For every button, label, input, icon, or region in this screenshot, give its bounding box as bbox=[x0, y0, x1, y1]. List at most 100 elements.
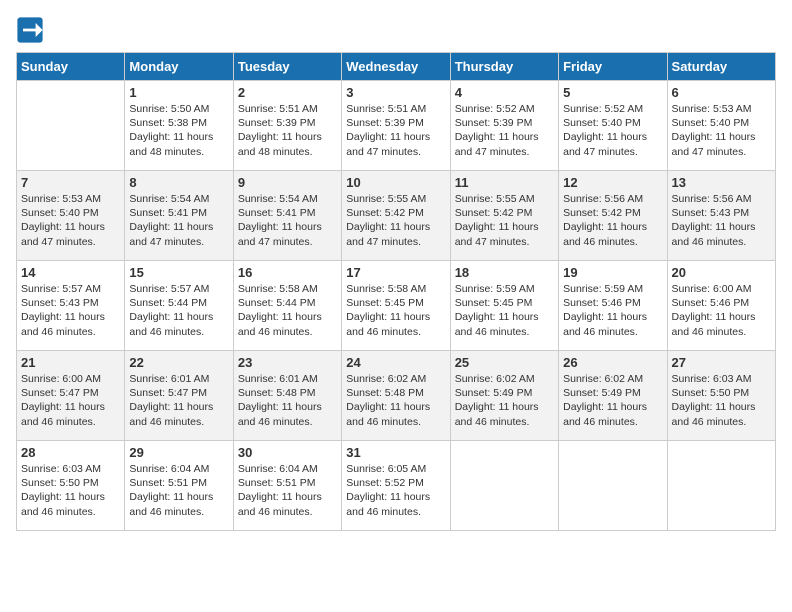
week-row-5: 28Sunrise: 6:03 AM Sunset: 5:50 PM Dayli… bbox=[17, 441, 776, 531]
day-info: Sunrise: 6:04 AM Sunset: 5:51 PM Dayligh… bbox=[129, 462, 228, 519]
day-number: 21 bbox=[21, 355, 120, 370]
day-info: Sunrise: 5:51 AM Sunset: 5:39 PM Dayligh… bbox=[346, 102, 445, 159]
calendar-cell bbox=[17, 81, 125, 171]
day-number: 12 bbox=[563, 175, 662, 190]
calendar-cell: 17 Sunrise: 5:58 AM Sunset: 5:45 PM Dayli… bbox=[342, 261, 450, 351]
day-number: 13 bbox=[672, 175, 771, 190]
calendar-cell: 29 Sunrise: 6:04 AM Sunset: 5:51 PM Dayli… bbox=[125, 441, 233, 531]
calendar-cell: 18Sunrise: 5:59 AM Sunset: 5:45 PM Dayli… bbox=[450, 261, 558, 351]
day-number: 10 bbox=[346, 175, 445, 190]
day-info: Sunrise: 5:55 AM Sunset: 5:42 PM Dayligh… bbox=[346, 192, 445, 249]
calendar-cell: 28Sunrise: 6:03 AM Sunset: 5:50 PM Dayli… bbox=[17, 441, 125, 531]
calendar-cell: 21 Sunrise: 6:00 AM Sunset: 5:47 PM Dayli… bbox=[17, 351, 125, 441]
day-number: 24 bbox=[346, 355, 445, 370]
header-monday: Monday bbox=[125, 53, 233, 81]
day-info: Sunrise: 6:03 AM Sunset: 5:50 PM Dayligh… bbox=[672, 372, 771, 429]
calendar-cell: 31Sunrise: 6:05 AM Sunset: 5:52 PM Dayli… bbox=[342, 441, 450, 531]
calendar-cell: 23Sunrise: 6:01 AM Sunset: 5:48 PM Dayli… bbox=[233, 351, 341, 441]
day-info: Sunrise: 5:58 AM Sunset: 5:45 PM Dayligh… bbox=[346, 282, 445, 339]
page-header bbox=[16, 16, 776, 44]
calendar-cell bbox=[450, 441, 558, 531]
day-number: 9 bbox=[238, 175, 337, 190]
calendar-cell bbox=[667, 441, 775, 531]
calendar-cell: 27 Sunrise: 6:03 AM Sunset: 5:50 PM Dayli… bbox=[667, 351, 775, 441]
day-number: 22 bbox=[129, 355, 228, 370]
day-number: 30 bbox=[238, 445, 337, 460]
calendar-cell: 7Sunrise: 5:53 AM Sunset: 5:40 PM Daylig… bbox=[17, 171, 125, 261]
day-info: Sunrise: 6:01 AM Sunset: 5:48 PM Dayligh… bbox=[238, 372, 337, 429]
calendar-cell: 2 Sunrise: 5:51 AM Sunset: 5:39 PM Daylig… bbox=[233, 81, 341, 171]
day-info: Sunrise: 5:55 AM Sunset: 5:42 PM Dayligh… bbox=[455, 192, 554, 249]
day-number: 16 bbox=[238, 265, 337, 280]
day-number: 29 bbox=[129, 445, 228, 460]
day-number: 4 bbox=[455, 85, 554, 100]
day-info: Sunrise: 5:54 AM Sunset: 5:41 PM Dayligh… bbox=[129, 192, 228, 249]
header-row: SundayMondayTuesdayWednesdayThursdayFrid… bbox=[17, 53, 776, 81]
day-number: 6 bbox=[672, 85, 771, 100]
day-info: Sunrise: 5:56 AM Sunset: 5:43 PM Dayligh… bbox=[672, 192, 771, 249]
calendar-cell: 14 Sunrise: 5:57 AM Sunset: 5:43 PM Dayli… bbox=[17, 261, 125, 351]
day-number: 18 bbox=[455, 265, 554, 280]
day-number: 27 bbox=[672, 355, 771, 370]
day-number: 8 bbox=[129, 175, 228, 190]
day-info: Sunrise: 6:00 AM Sunset: 5:47 PM Dayligh… bbox=[21, 372, 120, 429]
day-info: Sunrise: 5:56 AM Sunset: 5:42 PM Dayligh… bbox=[563, 192, 662, 249]
day-info: Sunrise: 6:04 AM Sunset: 5:51 PM Dayligh… bbox=[238, 462, 337, 519]
day-info: Sunrise: 6:02 AM Sunset: 5:49 PM Dayligh… bbox=[455, 372, 554, 429]
week-row-1: 1 Sunrise: 5:50 AM Sunset: 5:38 PM Daylig… bbox=[17, 81, 776, 171]
calendar-cell: 24 Sunrise: 6:02 AM Sunset: 5:48 PM Dayli… bbox=[342, 351, 450, 441]
calendar-cell: 20 Sunrise: 6:00 AM Sunset: 5:46 PM Dayli… bbox=[667, 261, 775, 351]
day-info: Sunrise: 6:02 AM Sunset: 5:48 PM Dayligh… bbox=[346, 372, 445, 429]
day-info: Sunrise: 6:00 AM Sunset: 5:46 PM Dayligh… bbox=[672, 282, 771, 339]
day-info: Sunrise: 5:54 AM Sunset: 5:41 PM Dayligh… bbox=[238, 192, 337, 249]
day-number: 14 bbox=[21, 265, 120, 280]
day-number: 17 bbox=[346, 265, 445, 280]
day-number: 2 bbox=[238, 85, 337, 100]
header-wednesday: Wednesday bbox=[342, 53, 450, 81]
day-number: 15 bbox=[129, 265, 228, 280]
calendar-cell: 9 Sunrise: 5:54 AM Sunset: 5:41 PM Daylig… bbox=[233, 171, 341, 261]
day-info: Sunrise: 5:58 AM Sunset: 5:44 PM Dayligh… bbox=[238, 282, 337, 339]
day-number: 28 bbox=[21, 445, 120, 460]
day-number: 11 bbox=[455, 175, 554, 190]
day-info: Sunrise: 5:50 AM Sunset: 5:38 PM Dayligh… bbox=[129, 102, 228, 159]
day-info: Sunrise: 5:53 AM Sunset: 5:40 PM Dayligh… bbox=[672, 102, 771, 159]
day-info: Sunrise: 5:57 AM Sunset: 5:43 PM Dayligh… bbox=[21, 282, 120, 339]
calendar-cell: 10 Sunrise: 5:55 AM Sunset: 5:42 PM Dayli… bbox=[342, 171, 450, 261]
calendar-cell: 16 Sunrise: 5:58 AM Sunset: 5:44 PM Dayli… bbox=[233, 261, 341, 351]
calendar-cell: 12 Sunrise: 5:56 AM Sunset: 5:42 PM Dayli… bbox=[559, 171, 667, 261]
week-row-2: 7Sunrise: 5:53 AM Sunset: 5:40 PM Daylig… bbox=[17, 171, 776, 261]
calendar-cell: 19 Sunrise: 5:59 AM Sunset: 5:46 PM Dayli… bbox=[559, 261, 667, 351]
calendar-cell: 26 Sunrise: 6:02 AM Sunset: 5:49 PM Dayli… bbox=[559, 351, 667, 441]
day-number: 20 bbox=[672, 265, 771, 280]
header-tuesday: Tuesday bbox=[233, 53, 341, 81]
day-info: Sunrise: 5:52 AM Sunset: 5:40 PM Dayligh… bbox=[563, 102, 662, 159]
day-number: 7 bbox=[21, 175, 120, 190]
logo-icon bbox=[16, 16, 44, 44]
day-number: 3 bbox=[346, 85, 445, 100]
week-row-4: 21 Sunrise: 6:00 AM Sunset: 5:47 PM Dayli… bbox=[17, 351, 776, 441]
calendar-cell: 25 Sunrise: 6:02 AM Sunset: 5:49 PM Dayli… bbox=[450, 351, 558, 441]
day-number: 5 bbox=[563, 85, 662, 100]
calendar-cell: 30 Sunrise: 6:04 AM Sunset: 5:51 PM Dayli… bbox=[233, 441, 341, 531]
calendar-cell: 3 Sunrise: 5:51 AM Sunset: 5:39 PM Daylig… bbox=[342, 81, 450, 171]
day-info: Sunrise: 5:59 AM Sunset: 5:46 PM Dayligh… bbox=[563, 282, 662, 339]
week-row-3: 14 Sunrise: 5:57 AM Sunset: 5:43 PM Dayli… bbox=[17, 261, 776, 351]
header-saturday: Saturday bbox=[667, 53, 775, 81]
day-info: Sunrise: 6:02 AM Sunset: 5:49 PM Dayligh… bbox=[563, 372, 662, 429]
day-info: Sunrise: 6:01 AM Sunset: 5:47 PM Dayligh… bbox=[129, 372, 228, 429]
calendar-cell: 22 Sunrise: 6:01 AM Sunset: 5:47 PM Dayli… bbox=[125, 351, 233, 441]
calendar-cell: 6 Sunrise: 5:53 AM Sunset: 5:40 PM Daylig… bbox=[667, 81, 775, 171]
header-thursday: Thursday bbox=[450, 53, 558, 81]
calendar-cell bbox=[559, 441, 667, 531]
day-number: 1 bbox=[129, 85, 228, 100]
calendar-cell: 8 Sunrise: 5:54 AM Sunset: 5:41 PM Daylig… bbox=[125, 171, 233, 261]
day-info: Sunrise: 5:51 AM Sunset: 5:39 PM Dayligh… bbox=[238, 102, 337, 159]
day-info: Sunrise: 5:57 AM Sunset: 5:44 PM Dayligh… bbox=[129, 282, 228, 339]
calendar-cell: 5 Sunrise: 5:52 AM Sunset: 5:40 PM Daylig… bbox=[559, 81, 667, 171]
day-number: 19 bbox=[563, 265, 662, 280]
logo bbox=[16, 16, 48, 44]
day-number: 26 bbox=[563, 355, 662, 370]
day-number: 25 bbox=[455, 355, 554, 370]
day-number: 31 bbox=[346, 445, 445, 460]
